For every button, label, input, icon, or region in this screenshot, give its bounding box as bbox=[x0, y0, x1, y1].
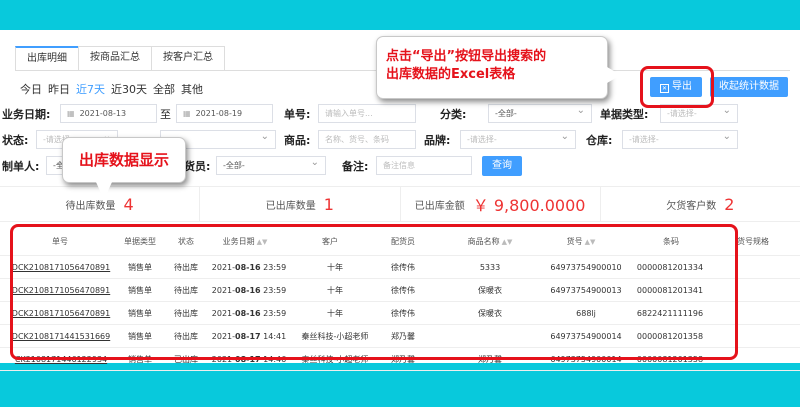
brand-select[interactable]: -请选择- bbox=[460, 130, 576, 149]
table-highlight-box bbox=[10, 224, 738, 360]
picker-select[interactable]: -全部- bbox=[216, 156, 326, 175]
date-filter-today[interactable]: 今日 bbox=[20, 81, 42, 97]
tab-outbound-detail[interactable]: 出库明细 bbox=[15, 46, 79, 70]
date-filter-yesterday[interactable]: 昨日 bbox=[48, 81, 70, 97]
tab-by-product[interactable]: 按商品汇总 bbox=[78, 46, 152, 70]
remark-label: 备注: bbox=[342, 160, 369, 173]
category-select[interactable]: -全部- bbox=[488, 104, 592, 123]
stat-value: ￥ 9,800.0000 bbox=[472, 196, 586, 215]
stat-value: 2 bbox=[724, 194, 735, 214]
remark-input[interactable]: 备注信息 bbox=[376, 156, 472, 175]
export-callout: 点击“导出”按钮导出搜索的 出库数据的Excel表格 bbox=[376, 36, 608, 99]
stat-shipped-qty: 已出库数量 1 bbox=[200, 187, 401, 221]
export-highlight-box bbox=[640, 66, 714, 108]
warehouse-select[interactable]: -请选择- bbox=[622, 130, 738, 149]
export-callout-line1: 点击“导出”按钮导出搜索的 bbox=[386, 49, 547, 64]
date-quick-filters: 今日 昨日 近7天 近30天 全部 其他 bbox=[20, 81, 203, 97]
calendar-icon: ▦ bbox=[183, 109, 191, 118]
date-to-input[interactable]: ▦ 2021-08-19 bbox=[176, 104, 273, 123]
date-filter-30days[interactable]: 近30天 bbox=[111, 81, 147, 97]
tab-by-customer[interactable]: 按客户汇总 bbox=[151, 46, 225, 70]
stat-value: 4 bbox=[123, 194, 134, 214]
date-filter-all[interactable]: 全部 bbox=[153, 81, 175, 97]
stats-bar: 待出库数量 4 已出库数量 1 已出库金额 ￥ 9,800.0000 欠货客户数 2 bbox=[0, 186, 800, 222]
picker-label: 货员: bbox=[184, 160, 211, 173]
doc-type-label: 单据类型: bbox=[600, 108, 649, 121]
tab-bar: 出库明细 按商品汇总 按客户汇总 bbox=[15, 46, 225, 70]
order-no-label: 单号: bbox=[284, 108, 311, 121]
date-from-input[interactable]: ▦ 2021-08-13 bbox=[60, 104, 157, 123]
product-label: 商品: bbox=[284, 134, 311, 147]
status-label: 状态: bbox=[2, 134, 29, 147]
collapse-stats-button[interactable]: 收起统计数据 bbox=[710, 77, 788, 97]
date-filter-other[interactable]: 其他 bbox=[181, 81, 203, 97]
stat-owing-customers: 欠货客户数 2 bbox=[601, 187, 800, 221]
creator-label: 制单人: bbox=[2, 160, 40, 173]
stat-shipped-amount: 已出库金额 ￥ 9,800.0000 bbox=[401, 187, 601, 221]
date-filter-7days[interactable]: 近7天 bbox=[76, 81, 105, 97]
product-input[interactable]: 名称、货号、条码 bbox=[318, 130, 416, 149]
screen: 出库明细 按商品汇总 按客户汇总 今日 昨日 近7天 近30天 全部 其他 ✕ 导… bbox=[0, 0, 800, 407]
stat-label: 已出库数量 bbox=[265, 200, 316, 212]
category-label: 分类: bbox=[440, 108, 467, 121]
warehouse-label: 仓库: bbox=[586, 134, 613, 147]
display-callout-pointer bbox=[96, 182, 112, 200]
calendar-icon: ▦ bbox=[67, 109, 75, 118]
stat-value: 1 bbox=[323, 194, 334, 214]
export-callout-line2: 出库数据的Excel表格 bbox=[386, 67, 516, 82]
stat-label: 已出库金额 bbox=[414, 200, 465, 212]
order-no-input[interactable]: 请输入单号... bbox=[318, 104, 416, 123]
date-from-value: 2021-08-13 bbox=[79, 109, 127, 118]
date-range-separator: 至 bbox=[160, 108, 171, 121]
search-button[interactable]: 查询 bbox=[482, 156, 522, 176]
biz-date-label: 业务日期: bbox=[2, 108, 51, 121]
stat-label: 欠货客户数 bbox=[666, 200, 717, 212]
brand-label: 品牌: bbox=[424, 134, 451, 147]
date-to-value: 2021-08-19 bbox=[195, 109, 243, 118]
display-callout: 出库数据显示 bbox=[62, 137, 186, 183]
export-callout-pointer bbox=[607, 67, 621, 83]
